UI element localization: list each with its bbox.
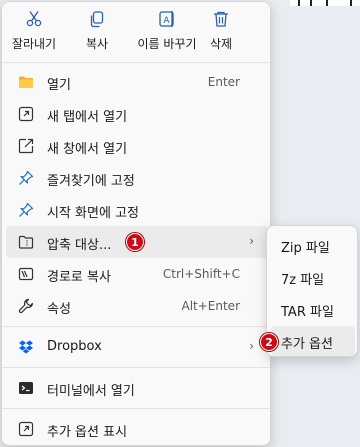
menu-item-label: 새 탭에서 열기: [47, 110, 128, 125]
delete-button[interactable]: 삭제: [198, 10, 244, 58]
wrench-icon: [18, 298, 33, 314]
submenu-item-tar[interactable]: TAR 파일: [271, 294, 355, 324]
menu-item-pin-start[interactable]: 시작 화면에 고정: [6, 194, 268, 226]
zip-folder-icon: [18, 235, 34, 249]
menu-item-label: 열기: [47, 78, 71, 93]
rename-button[interactable]: A 이름 바꾸기: [126, 10, 208, 58]
menu-item-show-more-options[interactable]: 추가 옵션 표시: [6, 413, 268, 445]
submenu-item-zip[interactable]: Zip 파일: [271, 230, 355, 260]
compress-submenu: Zip 파일 7z 파일 TAR 파일 추가 옵션: [266, 225, 358, 357]
copy-button[interactable]: 복사: [74, 10, 120, 58]
submenu-item-label: 추가 옵션: [281, 337, 333, 352]
menu-item-label: Dropbox: [47, 339, 102, 354]
new-tab-icon: [18, 106, 34, 122]
delete-label: 삭제: [209, 37, 233, 51]
menu-item-label: 즐겨찾기에 고정: [47, 174, 135, 189]
divider: [2, 367, 270, 368]
shortcut-text: Enter: [207, 75, 240, 89]
menu-item-label: 경로로 복사: [47, 270, 111, 285]
context-toolbar: 잘라내기 복사 A 이름 바꾸기 삭제: [2, 2, 270, 62]
menu-item-copy-as-path[interactable]: 경로로 복사 Ctrl+Shift+C: [6, 258, 268, 290]
rename-label: 이름 바꾸기: [137, 37, 197, 51]
copy-label: 복사: [85, 37, 109, 51]
path-icon: [18, 267, 34, 281]
divider: [2, 62, 270, 63]
submenu-item-more-options[interactable]: 추가 옵션: [271, 326, 355, 356]
step-badge-1: 1: [126, 233, 144, 251]
scissors-icon: [26, 11, 42, 27]
menu-item-properties[interactable]: 속성 Alt+Enter: [6, 290, 268, 322]
menu-item-label: 터미널에서 열기: [47, 384, 135, 399]
copy-icon: [90, 11, 104, 28]
menu-item-open-new-window[interactable]: 새 창에서 열기: [6, 130, 268, 162]
menu-item-pin-favorites[interactable]: 즐겨찾기에 고정: [6, 162, 268, 194]
menu-item-label: 추가 옵션 표시: [47, 425, 128, 440]
pin-icon: [19, 170, 34, 185]
divider: [2, 408, 270, 409]
step-badge-2: 2: [260, 333, 278, 351]
cut-button[interactable]: 잘라내기: [5, 10, 63, 58]
menu-item-open-terminal[interactable]: 터미널에서 열기: [6, 372, 268, 404]
shortcut-text: Alt+Enter: [181, 299, 240, 313]
terminal-icon: [19, 382, 33, 394]
cut-label: 잘라내기: [11, 37, 57, 51]
menu-item-label: 속성: [47, 302, 71, 317]
menu-item-label: 압축 대상...: [47, 238, 112, 253]
menu-item-open-new-tab[interactable]: 새 탭에서 열기: [6, 98, 268, 130]
background-window-edge: [290, 0, 360, 6]
submenu-item-label: TAR 파일: [281, 305, 334, 320]
shortcut-text: Ctrl+Shift+C: [162, 267, 240, 281]
submenu-item-7z[interactable]: 7z 파일: [271, 262, 355, 292]
submenu-item-label: 7z 파일: [281, 273, 325, 288]
rename-icon: A: [159, 11, 174, 27]
folder-icon: [19, 76, 33, 88]
menu-item-label: 새 창에서 열기: [47, 142, 128, 157]
submenu-item-label: Zip 파일: [281, 241, 330, 256]
menu-item-label: 시작 화면에 고정: [47, 206, 139, 221]
svg-text:A: A: [163, 16, 170, 26]
menu-item-dropbox[interactable]: Dropbox ›: [6, 331, 268, 363]
divider: [2, 326, 270, 327]
dropbox-icon: [19, 340, 33, 354]
chevron-right-icon: ›: [249, 339, 254, 353]
chevron-right-icon: ›: [249, 234, 254, 248]
trash-icon: [214, 11, 228, 27]
menu-item-open[interactable]: 열기 Enter: [6, 66, 268, 98]
more-options-icon: [18, 421, 34, 437]
new-window-icon: [18, 138, 34, 154]
context-menu: 잘라내기 복사 A 이름 바꾸기 삭제 열기 Enter 새 탭에서 열기 새 …: [1, 1, 271, 446]
pin-icon: [19, 202, 34, 217]
